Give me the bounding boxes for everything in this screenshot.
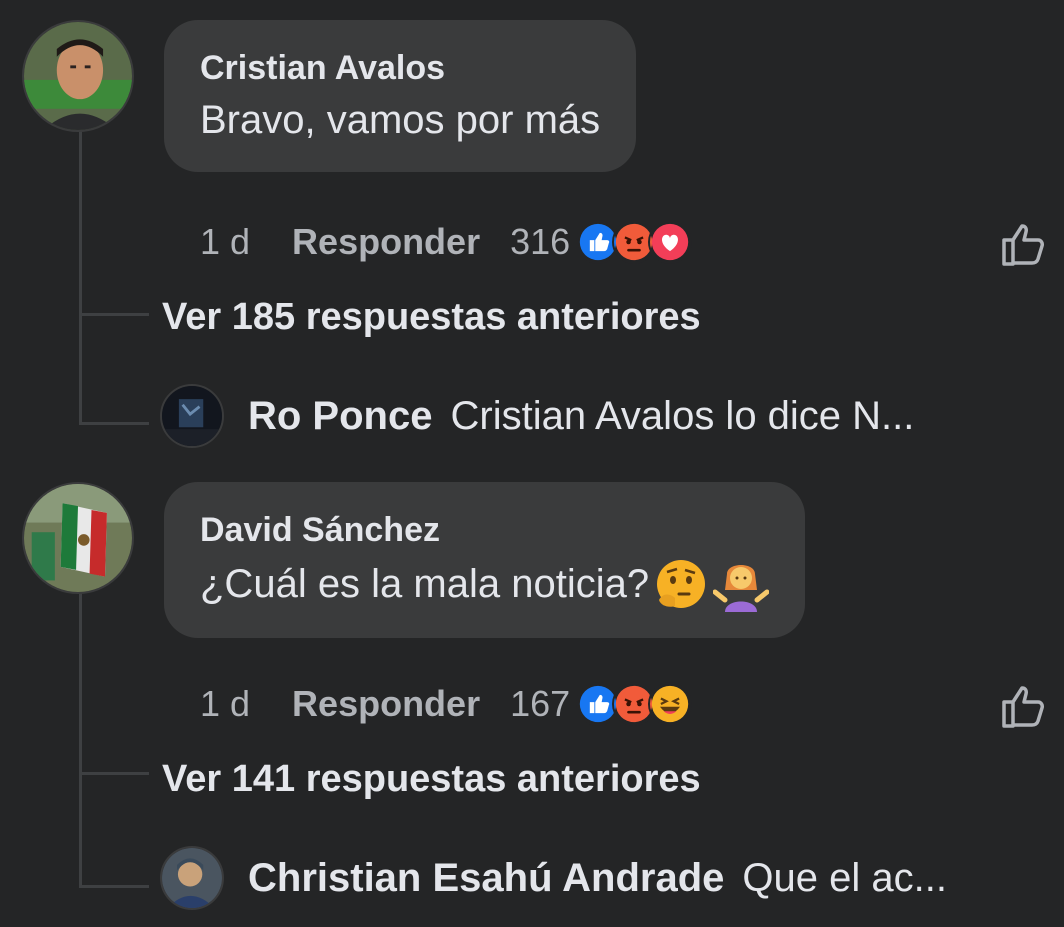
comment-bubble[interactable]: David Sánchez ¿Cuál es la mala noticia? — [164, 482, 806, 638]
comment-author[interactable]: Cristian Avalos — [200, 48, 600, 88]
comment-actions: 1 d Responder 316 — [200, 220, 693, 264]
thread-connector — [79, 885, 149, 888]
reaction-summary[interactable] — [576, 682, 693, 726]
reply-author[interactable]: Ro Ponce — [248, 394, 432, 439]
thumbs-up-icon — [1002, 686, 1044, 728]
view-previous-replies[interactable]: Ver 141 respuestas anteriores — [162, 758, 701, 801]
like-button[interactable] — [998, 680, 1050, 732]
avatar[interactable] — [22, 482, 134, 594]
reply-button[interactable]: Responder — [292, 683, 480, 725]
reply-text: Que el ac... — [742, 855, 947, 900]
woman-shrugging-emoji — [712, 556, 770, 612]
thinking-face-emoji — [653, 556, 709, 612]
haha-reaction-icon — [648, 682, 693, 726]
reaction-count[interactable]: 167 — [510, 683, 570, 725]
avatar[interactable] — [160, 384, 224, 448]
thread-connector — [79, 313, 149, 316]
reply-preview[interactable]: Christian Esahú Andrade Que el ac... — [160, 846, 947, 910]
thread-connector — [79, 422, 149, 425]
comment-text: ¿Cuál es la mala noticia? — [200, 556, 770, 612]
thread-connector — [79, 772, 149, 775]
reply-text: Cristian Avalos lo dice N... — [450, 393, 915, 438]
reply-button[interactable]: Responder — [292, 221, 480, 263]
reply-preview[interactable]: Ro Ponce Cristian Avalos lo dice N... — [160, 384, 914, 448]
avatar[interactable] — [22, 20, 134, 132]
view-previous-replies[interactable]: Ver 185 respuestas anteriores — [162, 296, 701, 339]
love-reaction-icon — [648, 220, 693, 264]
avatar[interactable] — [160, 846, 224, 910]
comments-thread: Cristian Avalos Bravo, vamos por más 1 d… — [0, 0, 1064, 927]
reply-author[interactable]: Christian Esahú Andrade — [248, 856, 724, 901]
comment-timestamp: 1 d — [200, 221, 251, 262]
reaction-summary[interactable] — [576, 220, 693, 264]
thread-connector — [79, 130, 82, 425]
thumbs-up-icon — [1002, 224, 1044, 266]
thread-connector — [79, 592, 82, 888]
comment-text: Bravo, vamos por más — [200, 98, 601, 142]
comment-author[interactable]: David Sánchez — [200, 510, 769, 550]
like-button[interactable] — [998, 218, 1050, 270]
comment-bubble[interactable]: Cristian Avalos Bravo, vamos por más — [164, 20, 637, 172]
comment-actions: 1 d Responder 167 — [200, 682, 693, 726]
comment-timestamp: 1 d — [200, 683, 251, 724]
reaction-count[interactable]: 316 — [510, 221, 570, 263]
